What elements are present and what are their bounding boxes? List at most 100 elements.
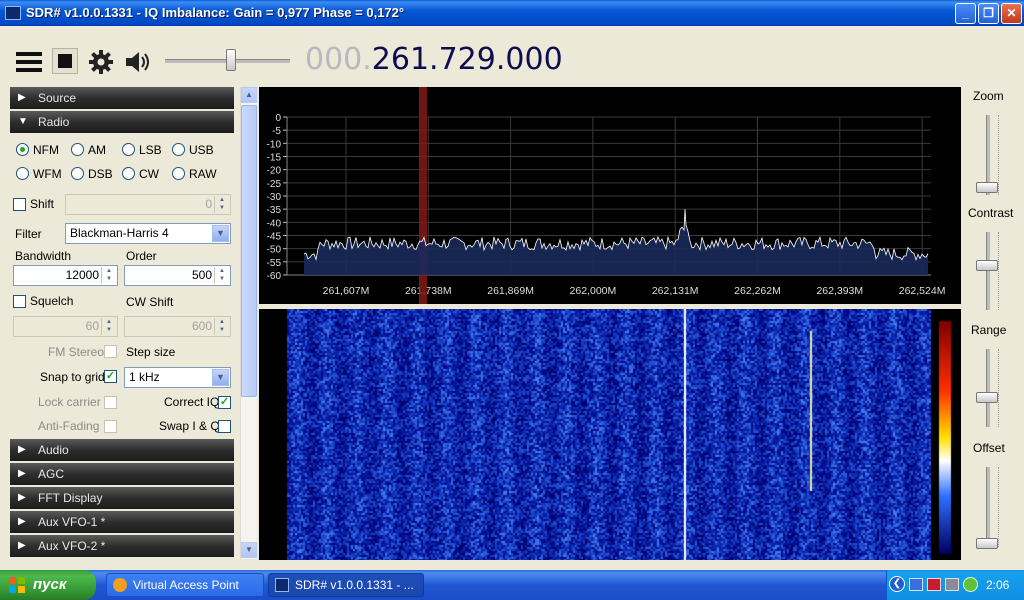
waterfall-display[interactable] (259, 309, 961, 560)
radio-cw[interactable] (122, 167, 135, 180)
radio-wfm[interactable] (16, 167, 29, 180)
bandwidth-spinner-icon[interactable]: ▲ ▼ (101, 267, 116, 284)
start-button[interactable]: пуск (0, 570, 96, 600)
maximize-button[interactable]: ❐ (978, 3, 999, 24)
lock-carrier-checkbox[interactable] (104, 396, 117, 409)
taskbar-item-virtual-access-point[interactable]: Virtual Access Point (106, 573, 264, 597)
lock-carrier-label: Lock carrier (38, 395, 101, 409)
x-tick-label: 262,000M (570, 285, 617, 297)
squelch-spinner-icon[interactable]: ▲ ▼ (101, 318, 116, 335)
section-fft-display[interactable]: ▶ FFT Display (10, 487, 234, 509)
fm-stereo-checkbox[interactable] (104, 345, 117, 358)
filter-select[interactable]: Blackman-Harris 4 ▼ (65, 223, 231, 244)
swap-iq-checkbox[interactable] (218, 420, 231, 433)
update-icon[interactable] (963, 577, 978, 592)
step-size-value: 1 kHz (129, 370, 160, 384)
y-tick-label: -20 (267, 166, 282, 177)
scroll-down-icon[interactable]: ▼ (241, 542, 257, 558)
section-audio[interactable]: ▶ Audio (10, 439, 234, 461)
left-panel-scrollbar[interactable]: ▲ ▼ (240, 87, 257, 559)
y-tick-label: -50 (267, 245, 282, 256)
taskbar-item-label: SDR# v1.0.0.1331 - ... (295, 578, 414, 592)
speaker-icon[interactable] (124, 50, 152, 74)
shift-spinner-icon[interactable]: ▲ ▼ (214, 196, 229, 213)
title-bar[interactable]: SDR# v1.0.0.1331 - IQ Imbalance: Gain = … (0, 0, 1024, 26)
gear-icon[interactable] (88, 49, 114, 75)
section-aux-vfo-1-label: Aux VFO-1 * (38, 515, 106, 529)
y-tick-label: -15 (267, 153, 282, 164)
squelch-checkbox[interactable] (13, 295, 26, 308)
range-slider-track[interactable] (986, 349, 990, 427)
minimize-button[interactable]: _ (955, 3, 976, 24)
scroll-up-icon[interactable]: ▲ (241, 87, 257, 103)
snap-to-grid-label: Snap to grid (40, 370, 105, 384)
y-tick-label: -30 (267, 192, 282, 203)
volume-slider-thumb[interactable] (226, 49, 236, 71)
anti-fading-checkbox[interactable] (104, 420, 117, 433)
radio-raw-label: RAW (189, 167, 217, 181)
section-agc[interactable]: ▶ AGC (10, 463, 234, 485)
display-icon[interactable] (945, 578, 959, 591)
taskbar-item-label: Virtual Access Point (133, 578, 239, 592)
taskbar-item-sdrsharp[interactable]: SDR# v1.0.0.1331 - ... (268, 573, 424, 597)
radio-usb[interactable] (172, 143, 185, 156)
radio-nfm[interactable] (16, 143, 29, 156)
shift-input[interactable]: 0 ▲ ▼ (65, 194, 231, 215)
cw-shift-label: CW Shift (126, 295, 174, 309)
cw-shift-input[interactable]: 600 ▲ ▼ (124, 316, 231, 337)
offset-label: Offset (973, 441, 1005, 455)
contrast-slider-track[interactable] (986, 232, 990, 310)
tray-expand-icon[interactable]: ❮ (889, 576, 905, 592)
sdrsharp-window: SDR# v1.0.0.1331 - IQ Imbalance: Gain = … (0, 0, 1024, 570)
contrast-slider-thumb[interactable] (976, 260, 998, 271)
radio-am[interactable] (71, 143, 84, 156)
anti-fading-label: Anti-Fading (38, 419, 100, 433)
left-panel: ▶ Source ▼ Radio NFM AM LSB USB WFM DSB CW… (10, 87, 234, 559)
offset-slider-ticks (998, 467, 1003, 547)
section-radio[interactable]: ▼ Radio (10, 111, 234, 133)
section-aux-vfo-1[interactable]: ▶ Aux VFO-1 * (10, 511, 234, 533)
scrollbar-thumb[interactable] (241, 105, 257, 397)
x-tick-label: 261,738M (405, 285, 452, 297)
y-tick-label: -25 (267, 179, 282, 190)
x-tick-label: 262,262M (734, 285, 781, 297)
shift-checkbox[interactable] (13, 198, 26, 211)
chevron-down-icon[interactable]: ▼ (212, 369, 229, 386)
y-tick-label: -45 (267, 232, 282, 243)
spectrum-analyzer[interactable]: 0 -5 -10 -15 -20 -25 -30 -35 -40 -45 -50 -55 -60 261,… (259, 87, 961, 304)
frequency-prefix: 000. (305, 42, 372, 77)
close-button[interactable]: ✕ (1001, 3, 1022, 24)
offset-slider-track[interactable] (986, 467, 990, 547)
y-tick-label: 0 (275, 113, 281, 124)
menu-icon[interactable] (16, 52, 42, 74)
contrast-slider-ticks (998, 232, 1003, 310)
y-tick-label: -55 (267, 258, 282, 269)
step-size-select[interactable]: 1 kHz ▼ (124, 367, 231, 388)
y-tick-label: -40 (267, 218, 282, 229)
stop-button[interactable] (52, 48, 78, 74)
radio-raw[interactable] (172, 167, 185, 180)
section-audio-label: Audio (38, 443, 69, 457)
antivirus-icon[interactable] (927, 578, 941, 591)
offset-slider-thumb[interactable] (976, 538, 998, 549)
range-slider-thumb[interactable] (976, 392, 998, 403)
radio-dsb-label: DSB (88, 167, 113, 181)
snap-to-grid-checkbox[interactable]: ✓ (104, 370, 117, 383)
squelch-input[interactable]: 60 ▲ ▼ (13, 316, 118, 337)
radio-dsb[interactable] (71, 167, 84, 180)
radio-wfm-label: WFM (33, 167, 62, 181)
correct-iq-checkbox[interactable]: ✓ (218, 396, 231, 409)
radio-lsb[interactable] (122, 143, 135, 156)
contrast-label: Contrast (968, 206, 1014, 220)
cw-shift-spinner-icon[interactable]: ▲ ▼ (214, 318, 229, 335)
shift-value: 0 (205, 197, 212, 211)
network-icon[interactable] (909, 578, 923, 591)
bandwidth-input[interactable]: 12000 ▲ ▼ (13, 265, 118, 286)
order-input[interactable]: 500 ▲ ▼ (124, 265, 231, 286)
section-aux-vfo-2[interactable]: ▶ Aux VFO-2 * (10, 535, 234, 557)
chevron-down-icon[interactable]: ▼ (212, 225, 229, 242)
order-spinner-icon[interactable]: ▲ ▼ (214, 267, 229, 284)
frequency-display[interactable]: 000.261.729.000 (305, 42, 563, 77)
section-source[interactable]: ▶ Source (10, 87, 234, 109)
zoom-slider-thumb[interactable] (976, 182, 998, 193)
